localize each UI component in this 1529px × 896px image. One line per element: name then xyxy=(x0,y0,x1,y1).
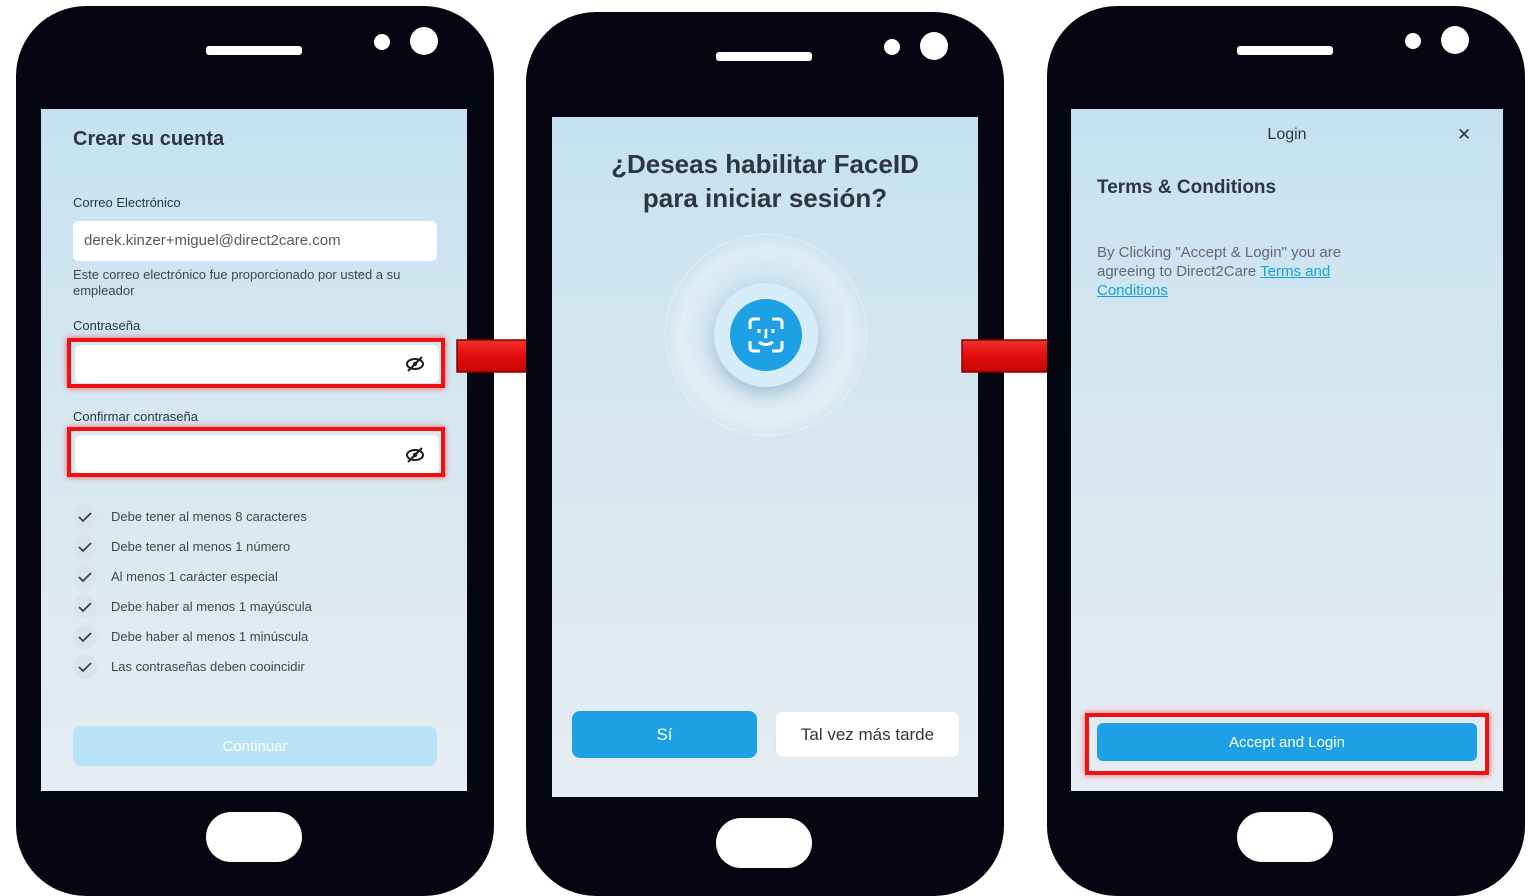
face-id-icon xyxy=(730,299,802,371)
password-label: Contraseña xyxy=(73,318,141,333)
check-icon xyxy=(73,655,97,679)
login-header: Login xyxy=(1267,126,1307,143)
check-icon xyxy=(73,535,97,559)
sensor-dot xyxy=(1441,26,1469,54)
terms-title: Terms & Conditions xyxy=(1097,177,1277,198)
sensor-dot xyxy=(410,27,438,55)
check-icon xyxy=(73,505,97,529)
face-id-title-line2: para iniciar sesión? xyxy=(642,183,888,213)
home-button[interactable] xyxy=(716,818,812,868)
screen-face-id: ¿Deseas habilitar FaceID para iniciar se… xyxy=(552,117,978,797)
screen-terms: Login ✕ Terms & Conditions By Clicking "… xyxy=(1071,109,1503,791)
home-button[interactable] xyxy=(1237,812,1333,862)
screen-create-account: Crear su cuenta Correo Electrónico derek… xyxy=(41,109,467,791)
camera-dot xyxy=(374,34,390,50)
check-icon xyxy=(73,565,97,589)
continue-button[interactable]: Continuar xyxy=(73,726,437,766)
terms-body-text: agreeing to Direct2Care xyxy=(1097,263,1257,280)
confirm-password-highlight xyxy=(67,427,445,477)
maybe-later-button[interactable]: Tal vez más tarde xyxy=(775,711,960,758)
terms-link[interactable]: Terms and xyxy=(1260,263,1330,280)
accept-login-highlight xyxy=(1085,713,1489,775)
check-icon xyxy=(73,625,97,649)
requirement-label: Debe tener al menos 8 caracteres xyxy=(111,509,307,524)
check-icon xyxy=(73,595,97,619)
requirement-label: Las contraseñas deben cooincidir xyxy=(111,659,305,674)
speaker xyxy=(716,52,812,61)
speaker xyxy=(1237,46,1333,55)
requirement-label: Debe haber al menos 1 mayúscula xyxy=(111,599,312,614)
sensor-dot xyxy=(920,32,948,60)
requirement-label: Debe haber al menos 1 minúscula xyxy=(111,629,309,644)
terms-link-continued[interactable]: Conditions xyxy=(1097,281,1477,300)
camera-dot xyxy=(884,39,900,55)
home-button[interactable] xyxy=(206,812,302,862)
continue-button-label: Continuar xyxy=(222,737,288,755)
email-hint: Este correo electrónico fue proporcionad… xyxy=(73,267,401,298)
confirm-password-label: Confirmar contraseña xyxy=(73,409,198,424)
terms-body-line1: By Clicking "Accept & Login" you are xyxy=(1097,244,1342,261)
terms-body-line2: agreeing to Direct2Care Terms and xyxy=(1097,262,1477,281)
page-title: Crear su cuenta xyxy=(73,128,225,150)
yes-button-label: Sí xyxy=(656,724,673,744)
email-field[interactable]: derek.kinzer+miguel@direct2care.com xyxy=(73,221,437,261)
maybe-later-button-label: Tal vez más tarde xyxy=(800,724,935,744)
requirement-label: Al menos 1 carácter especial xyxy=(111,569,278,584)
face-id-title-line1: ¿Deseas habilitar FaceID xyxy=(611,149,919,179)
email-value: derek.kinzer+miguel@direct2care.com xyxy=(84,232,341,249)
password-highlight xyxy=(67,338,445,388)
yes-button[interactable]: Sí xyxy=(572,711,757,758)
camera-dot xyxy=(1405,33,1421,49)
requirement-label: Debe tener al menos 1 número xyxy=(111,539,291,554)
close-icon[interactable]: ✕ xyxy=(1457,125,1471,145)
speaker xyxy=(206,46,302,55)
terms-body: By Clicking "Accept & Login" you are agr… xyxy=(1097,243,1477,300)
email-label: Correo Electrónico xyxy=(73,195,181,210)
